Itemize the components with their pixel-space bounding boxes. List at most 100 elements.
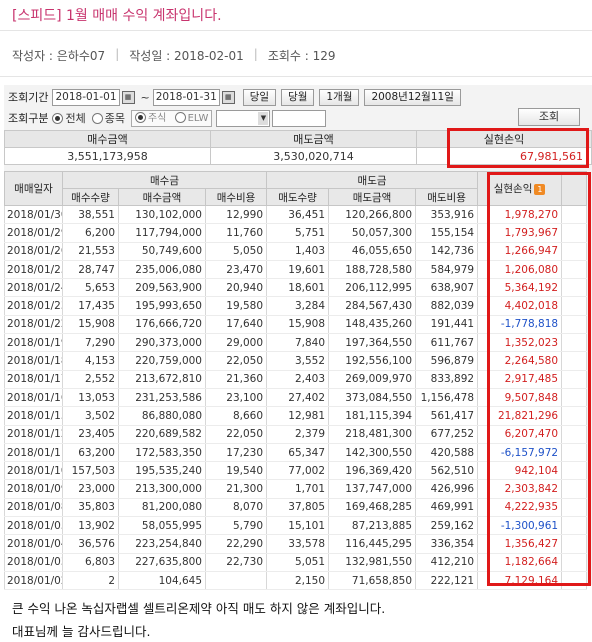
table-cell: 77,002 [266,461,330,481]
table-cell: 6,803 [62,553,119,572]
trade-date: 2018/01/24 [4,278,63,298]
table-cell: 5,751 [266,223,330,243]
sub-header[interactable]: 매수비용 [204,188,268,206]
table-cell: 22,050 [204,425,268,444]
table-cell: 12,981 [266,406,330,426]
date-header[interactable]: 매매일자 [4,171,63,206]
account-profit-panel: 조회기간 2018-01-01 ▦ ~ 2018-01-31 ▦ 당일 당월 1… [3,85,592,591]
table-cell: 336,354 [415,534,479,554]
trade-date: 2018/01/10 [4,461,63,481]
sub-header[interactable]: 매도수량 [266,188,330,206]
table-cell: 21,300 [204,479,268,499]
table-cell: 15,908 [266,315,330,335]
table-cell: 22,050 [204,351,268,371]
table-cell: 220,759,000 [118,351,206,371]
table-cell: 596,879 [415,351,479,371]
table-cell: 36,576 [62,534,119,554]
period-label: 조회기간 [8,91,49,104]
table-cell: 2,403 [266,370,330,389]
table-cell: 157,503 [62,461,119,481]
trade-date: 2018/01/09 [4,479,63,499]
table-cell: 882,039 [415,296,479,316]
sub-header[interactable]: 매수수량 [62,188,119,206]
table-cell: 220,689,582 [118,425,206,444]
table-cell: 213,672,810 [118,370,206,389]
table-cell: 142,736 [415,242,479,261]
table-cell: 611,767 [415,333,479,353]
trade-date: 2018/01/30 [4,205,63,225]
start-date-input[interactable]: 2018-01-01 [52,88,120,106]
table-cell: 181,115,394 [328,406,417,426]
table-cell: 1,156,478 [415,388,479,408]
radio-stock-label: 종목 [104,112,125,125]
table-cell: 231,253,586 [118,388,206,408]
table-cell: 19,580 [204,296,268,316]
table-cell: 35,803 [62,498,119,518]
table-cell: 638,907 [415,278,479,298]
radio-elw[interactable] [174,112,186,123]
table-cell: 8,660 [204,406,268,426]
comment-line: 대표님께 늘 감사드립니다. [12,624,151,639]
table-cell: 19,601 [266,260,330,280]
table-cell: 23,000 [62,479,119,499]
table-cell: 5,050 [204,242,268,261]
query-button[interactable]: 조회 [518,108,580,126]
sub-header[interactable]: 매도금액 [328,188,417,206]
stock-name-field[interactable] [272,109,327,127]
table-cell: 5,790 [204,516,268,536]
table-cell: 63,200 [62,443,119,463]
trade-date: 2018/01/11 [4,443,63,463]
calendar-icon[interactable]: ▦ [221,90,235,104]
radio-stock[interactable] [91,112,103,124]
calendar-icon[interactable]: ▦ [121,90,135,104]
table-cell: 38,551 [62,205,119,225]
table-cell: 50,057,300 [328,223,417,243]
table-cell: 5,051 [266,553,330,572]
table-cell: 2 [62,571,119,591]
period-row: 조회기간 2018-01-01 ▦ ~ 2018-01-31 ▦ 당일 당월 1… [8,87,461,107]
table-cell: 117,794,000 [118,223,206,243]
table-cell: 116,445,295 [328,534,417,554]
table-cell: 142,300,550 [328,443,417,463]
radio-stock-market[interactable] [134,112,146,123]
table-cell [204,571,268,591]
table-cell: 15,908 [62,315,119,335]
radio-all[interactable] [52,112,64,124]
trade-date: 2018/01/22 [4,315,63,335]
table-cell: 3,284 [266,296,330,316]
chevron-down-icon: ▼ [258,111,269,125]
table-cell: 8,070 [204,498,268,518]
divider [0,76,592,77]
table-cell: 120,266,800 [328,205,417,225]
author[interactable]: 작성자 : 은하수07 [12,47,105,64]
today-button[interactable]: 당일 [242,88,277,106]
table-cell: 172,583,350 [118,443,206,463]
table-cell: 37,805 [266,498,330,518]
one-month-button[interactable]: 1개월 [319,88,360,106]
table-cell: 833,892 [415,370,479,389]
table-cell: 584,979 [415,260,479,280]
table-cell: 5,653 [62,278,119,298]
table-cell: 197,364,550 [328,333,417,353]
sub-header[interactable]: 매도비용 [415,188,479,206]
sub-header[interactable]: 매수금액 [118,188,206,206]
end-date-input[interactable]: 2018-01-31 [152,88,220,106]
stock-select[interactable]: ▼ [216,109,271,127]
table-cell: 235,006,080 [118,260,206,280]
table-cell: 50,749,600 [118,242,206,261]
table-cell: 284,567,430 [328,296,417,316]
summary-header: 매도금액 [210,130,418,148]
trade-date: 2018/01/12 [4,425,63,444]
table-cell: 86,880,080 [118,406,206,426]
trade-date: 2018/01/15 [4,406,63,426]
trade-date: 2018/01/03 [4,553,63,572]
this-month-button[interactable]: 당월 [281,88,315,106]
table-cell: 6,200 [62,223,119,243]
date-display[interactable]: 2008년12월11일 [364,88,461,106]
range-tilde: ~ [140,90,150,104]
trade-date: 2018/01/02 [4,571,63,591]
table-cell: 1,701 [266,479,330,499]
table-cell: 176,666,720 [118,315,206,335]
table-cell: 22,290 [204,534,268,554]
table-cell: 188,728,580 [328,260,417,280]
